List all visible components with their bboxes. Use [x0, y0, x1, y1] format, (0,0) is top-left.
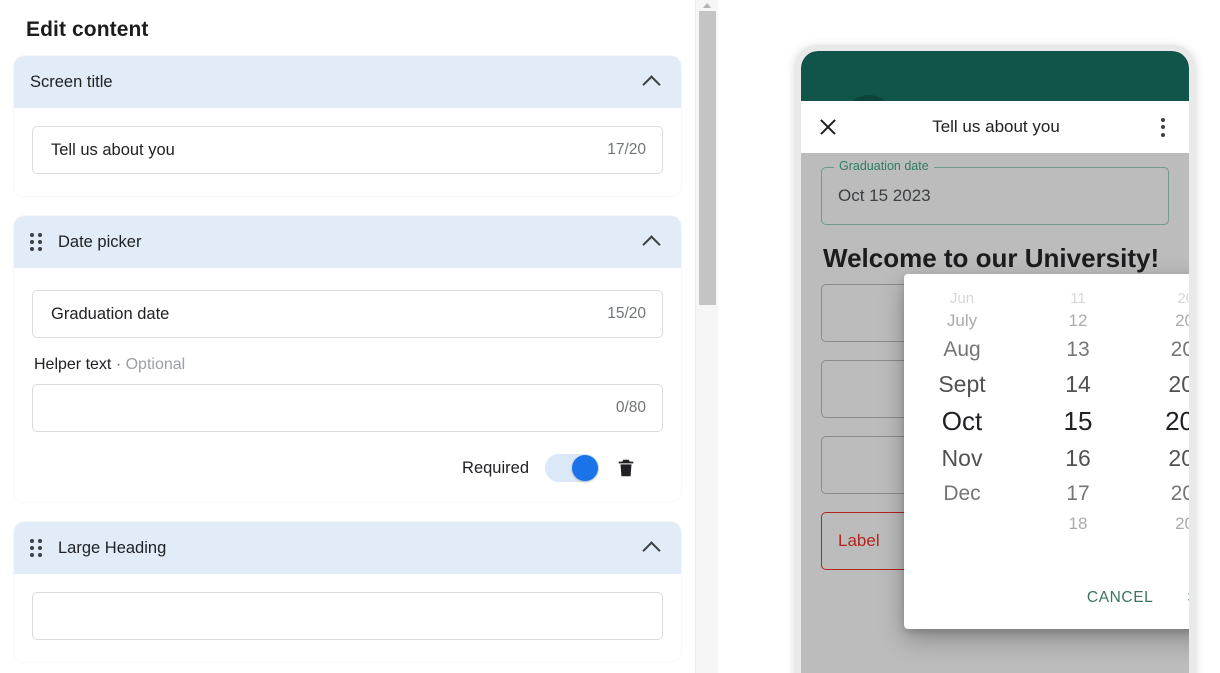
screen-title-input[interactable]: Tell us about you 17/20	[32, 126, 663, 174]
helper-text-optional: Optional	[125, 356, 186, 373]
year-wheel[interactable]: 201920202021202220232024202520262027	[1136, 288, 1189, 532]
trash-icon[interactable]	[615, 456, 637, 480]
month-wheel[interactable]: Jun July Aug Sept Oct Nov Dec	[904, 288, 1020, 532]
day-wheel[interactable]: 111213141516171819	[1020, 288, 1136, 532]
drag-handle-icon[interactable]	[30, 537, 46, 559]
scrollbar-thumb[interactable]	[699, 11, 716, 305]
year-option[interactable]: 2022	[1136, 366, 1189, 402]
month-option[interactable]: July	[904, 308, 1020, 332]
month-option[interactable]: Oct	[904, 402, 1020, 440]
date-picker-actions: Required	[32, 454, 663, 482]
large-heading-input[interactable]	[32, 592, 663, 640]
chevron-up-icon[interactable]	[641, 537, 663, 559]
preview-heading: Welcome to our University!	[823, 243, 1160, 273]
preview-error-field-value: Label	[838, 531, 880, 550]
day-option[interactable]: 11	[1020, 288, 1136, 308]
year-option[interactable]: 2023	[1136, 402, 1189, 440]
month-option[interactable]: Dec	[904, 476, 1020, 510]
page-title: Edit content	[26, 18, 149, 41]
chevron-up-icon[interactable]	[641, 231, 663, 253]
more-vertical-icon[interactable]	[1151, 114, 1175, 140]
required-toggle[interactable]	[545, 454, 599, 482]
editor-panel: Edit content Screen title Tell us about …	[0, 0, 695, 673]
screen-title-value: Tell us about you	[51, 140, 175, 159]
editor-scrollbar[interactable]	[695, 0, 719, 673]
day-option[interactable]: 13	[1020, 332, 1136, 366]
close-icon[interactable]	[815, 114, 841, 140]
helper-text-input[interactable]: 0/80	[32, 384, 663, 432]
preview-appbar: Tell us about you	[801, 101, 1189, 153]
day-option[interactable]: 17	[1020, 476, 1136, 510]
year-option[interactable]: 2020	[1136, 308, 1189, 332]
caret-up-icon[interactable]	[696, 0, 719, 9]
date-picker-label-value: Graduation date	[51, 304, 170, 323]
month-option[interactable]: Sept	[904, 366, 1020, 402]
required-label: Required	[462, 458, 529, 477]
day-option[interactable]: 16	[1020, 440, 1136, 476]
month-option[interactable]: Aug	[904, 332, 1020, 366]
year-option[interactable]: 2019	[1136, 288, 1189, 308]
day-option[interactable]: 14	[1020, 366, 1136, 402]
day-option[interactable]: 15	[1020, 402, 1136, 440]
section-title-label: Screen title	[30, 72, 113, 91]
section-title-label: Date picker	[58, 232, 142, 251]
section-large-heading: Large Heading	[14, 522, 681, 662]
preview-graduation-date-value: Oct 15 2023	[838, 186, 931, 205]
section-body-date-picker: Graduation date 15/20 Helper text · Opti…	[14, 268, 681, 502]
section-body-large-heading	[14, 574, 681, 662]
year-option[interactable]: 2025	[1136, 476, 1189, 510]
date-picker-wheels: Jun July Aug Sept Oct Nov Dec 11 12 13 14 15 16 17 18…	[904, 274, 1189, 532]
save-button[interactable]: SAVE	[1183, 583, 1189, 613]
month-option[interactable]: Nov	[904, 440, 1020, 476]
drag-handle-icon[interactable]	[30, 231, 46, 253]
date-picker-label-input[interactable]: Graduation date 15/20	[32, 290, 663, 338]
date-picker-label-counter: 15/20	[607, 305, 646, 322]
phone-frame: Tell us about you Graduation date Oct 15…	[795, 45, 1195, 673]
preview-graduation-date-field[interactable]: Graduation date Oct 15 2023	[821, 159, 1169, 225]
month-option[interactable]: Jun	[904, 288, 1020, 308]
toggle-knob	[572, 455, 598, 481]
preview-panel: Tell us about you Graduation date Oct 15…	[718, 0, 1220, 673]
section-date-picker: Date picker Graduation date 15/20 Helper…	[14, 216, 681, 502]
section-header-screen-title[interactable]: Screen title	[14, 56, 681, 108]
section-title-label: Large Heading	[58, 538, 167, 557]
phone-screen: Tell us about you Graduation date Oct 15…	[801, 51, 1189, 673]
helper-text-separator: ·	[115, 356, 122, 373]
day-option[interactable]: 18	[1020, 510, 1136, 532]
section-header-date-picker[interactable]: Date picker	[14, 216, 681, 268]
year-option[interactable]: 2026	[1136, 510, 1189, 532]
section-header-large-heading[interactable]: Large Heading	[14, 522, 681, 574]
cancel-button[interactable]: CANCEL	[1083, 583, 1157, 613]
section-screen-title: Screen title Tell us about you 17/20	[14, 56, 681, 196]
helper-text-label: Helper text · Optional	[34, 356, 663, 374]
helper-text-counter: 0/80	[615, 399, 646, 416]
preview-appbar-title: Tell us about you	[932, 117, 1060, 136]
helper-text-label-main: Helper text	[34, 356, 112, 373]
date-picker-dialog-actions: CANCEL SAVE	[1083, 583, 1189, 613]
screen-title-counter: 17/20	[607, 141, 646, 158]
year-option[interactable]: 2021	[1136, 332, 1189, 366]
day-option[interactable]: 12	[1020, 308, 1136, 332]
chevron-up-icon[interactable]	[641, 71, 663, 93]
section-body-screen-title: Tell us about you 17/20	[14, 108, 681, 196]
preview-graduation-date-legend: Graduation date	[834, 159, 934, 173]
date-picker-dialog: Jun July Aug Sept Oct Nov Dec 11 12 13 14 15 16 17 18…	[904, 274, 1189, 629]
year-option[interactable]: 2024	[1136, 440, 1189, 476]
